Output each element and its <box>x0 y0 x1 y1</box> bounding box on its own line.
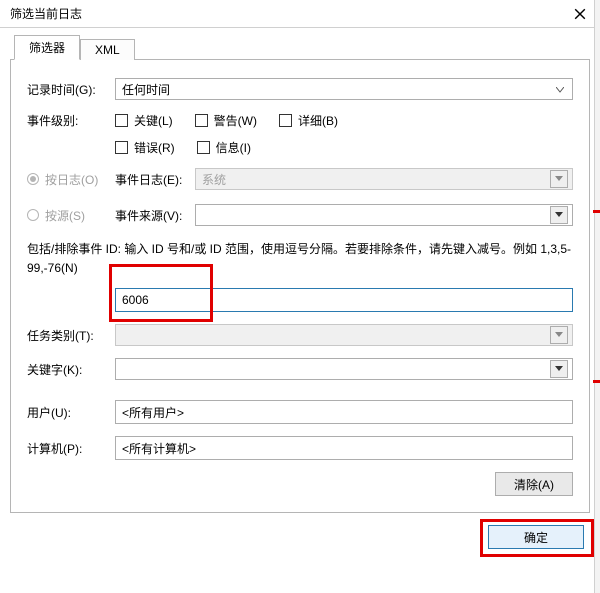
checkbox-warning[interactable]: 警告(W) <box>195 112 257 129</box>
event-log-label: 事件日志(E): <box>115 171 195 188</box>
checkbox-information[interactable]: 信息(I) <box>197 139 251 156</box>
event-id-hint: 包括/排除事件 ID: 输入 ID 号和/或 ID 范围，使用逗号分隔。若要排除… <box>27 240 573 278</box>
checkbox-critical[interactable]: 关键(L) <box>115 112 173 129</box>
logged-time-dropdown[interactable]: 任何时间 <box>115 78 573 100</box>
dialog-title: 筛选当前日志 <box>10 5 82 22</box>
dropdown-arrow-icon <box>550 360 568 378</box>
checkbox-error[interactable]: 错误(R) <box>115 139 175 156</box>
chevron-down-icon <box>552 82 568 96</box>
user-label: 用户(U): <box>27 404 115 421</box>
ok-button[interactable]: 确定 <box>488 525 584 549</box>
checkbox-verbose[interactable]: 详细(B) <box>279 112 338 129</box>
dropdown-arrow-icon <box>550 326 568 344</box>
event-level-label: 事件级别: <box>27 112 115 129</box>
filter-panel: 记录时间(G): 任何时间 事件级别: 关键(L) 警告(W) 详细(B) <box>10 60 590 513</box>
dropdown-arrow-icon <box>550 170 568 188</box>
user-input[interactable] <box>115 400 573 424</box>
event-source-label: 事件来源(V): <box>115 207 195 224</box>
dialog-footer: 确定 <box>10 525 590 549</box>
event-source-dropdown[interactable] <box>195 204 573 226</box>
close-icon <box>574 8 586 20</box>
background-window-edge <box>594 0 600 593</box>
tab-xml[interactable]: XML <box>80 39 135 60</box>
title-bar: 筛选当前日志 <box>0 0 600 28</box>
keywords-label: 关键字(K): <box>27 361 115 378</box>
tab-strip: 筛选器 XML <box>10 36 590 60</box>
logged-time-label: 记录时间(G): <box>27 81 115 98</box>
event-log-dropdown: 系统 <box>195 168 573 190</box>
radio-by-source[interactable]: 按源(S) <box>27 207 115 224</box>
keywords-dropdown[interactable] <box>115 358 573 380</box>
tab-filter[interactable]: 筛选器 <box>14 35 80 60</box>
computer-input[interactable] <box>115 436 573 460</box>
clear-button[interactable]: 清除(A) <box>495 472 573 496</box>
computer-label: 计算机(P): <box>27 440 115 457</box>
event-id-input[interactable] <box>115 288 573 312</box>
dropdown-arrow-icon <box>550 206 568 224</box>
task-category-dropdown <box>115 324 573 346</box>
task-category-label: 任务类别(T): <box>27 327 115 344</box>
radio-by-log[interactable]: 按日志(O) <box>27 171 115 188</box>
logged-time-value: 任何时间 <box>122 81 552 98</box>
event-log-value: 系统 <box>202 171 550 188</box>
